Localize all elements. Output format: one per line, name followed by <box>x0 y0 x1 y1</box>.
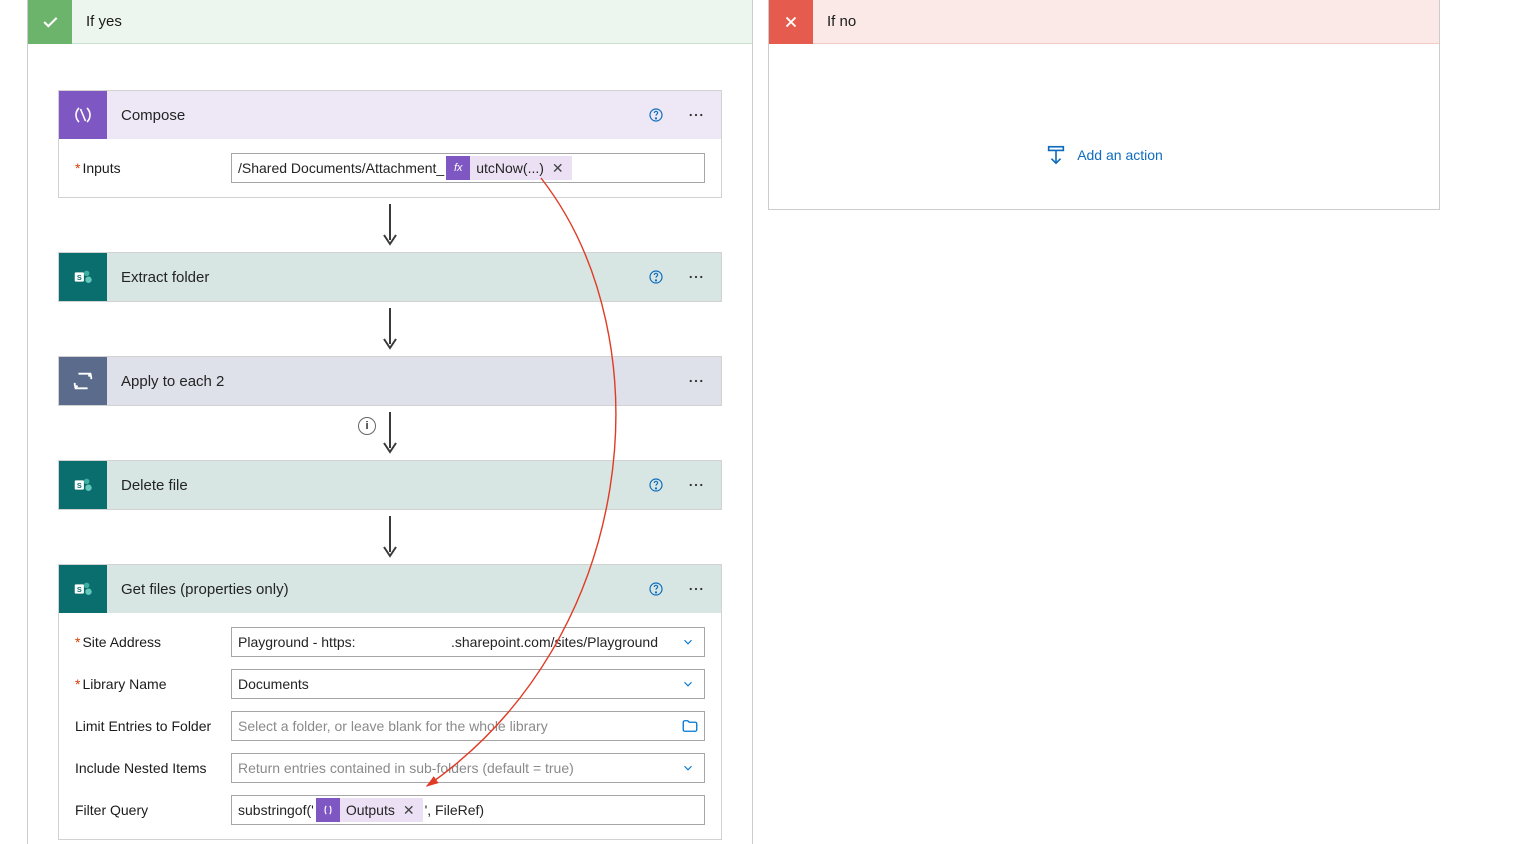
flow-arrow-icon <box>378 514 402 560</box>
flow-arrow-icon <box>378 306 402 352</box>
nested-items-select[interactable]: Return entries contained in sub-folders … <box>231 753 705 783</box>
help-icon[interactable] <box>645 266 667 288</box>
limit-folder-input[interactable]: Select a folder, or leave blank for the … <box>231 711 705 741</box>
apply-to-each-title: Apply to each 2 <box>121 373 667 390</box>
site-address-select[interactable]: Playground - https: .sharepoint.com/site… <box>231 627 705 657</box>
close-icon <box>769 0 813 44</box>
utcnow-token[interactable]: fx utcNow(...) ✕ <box>446 156 571 180</box>
chevron-down-icon[interactable] <box>671 753 705 783</box>
library-name-select[interactable]: Documents <box>231 669 705 699</box>
compose-title: Compose <box>121 107 631 124</box>
fx-icon: fx <box>446 156 470 180</box>
sharepoint-icon: S <box>59 461 107 509</box>
remove-token-icon[interactable]: ✕ <box>550 160 566 177</box>
extract-folder-header[interactable]: S Extract folder <box>59 253 721 301</box>
help-icon[interactable] <box>645 104 667 126</box>
apply-to-each-header[interactable]: Apply to each 2 <box>59 357 721 405</box>
limit-folder-label: Limit Entries to Folder <box>75 718 221 734</box>
svg-text:S: S <box>77 585 82 594</box>
delete-file-title: Delete file <box>121 477 631 494</box>
compose-header[interactable]: Compose <box>59 91 721 139</box>
delete-file-card: S Delete file <box>58 460 722 510</box>
flow-arrow-icon <box>378 410 402 456</box>
sharepoint-icon: S <box>59 565 107 613</box>
add-action-icon <box>1045 144 1067 166</box>
library-name-label: *Library Name <box>75 676 221 692</box>
help-icon[interactable] <box>645 474 667 496</box>
compose-icon <box>59 91 107 139</box>
get-files-title: Get files (properties only) <box>121 581 631 598</box>
if-no-title: If no <box>827 13 856 30</box>
sharepoint-icon: S <box>59 253 107 301</box>
svg-text:S: S <box>77 273 82 282</box>
compose-inputs-text: /Shared Documents/Attachment_ <box>238 160 444 176</box>
card-menu-icon[interactable] <box>681 266 711 288</box>
if-no-branch: If no Add an action <box>768 0 1440 210</box>
card-menu-icon[interactable] <box>681 474 711 496</box>
if-yes-branch: If yes Compose <box>27 0 753 844</box>
folder-picker-icon[interactable] <box>681 711 699 741</box>
chevron-down-icon[interactable] <box>671 627 705 657</box>
if-yes-header[interactable]: If yes <box>28 0 752 44</box>
compose-inputs-label: *Inputs <box>75 160 221 176</box>
card-menu-icon[interactable] <box>681 104 711 126</box>
compose-inputs-field[interactable]: /Shared Documents/Attachment_ fx utcNow(… <box>231 153 705 183</box>
delete-file-header[interactable]: S Delete file <box>59 461 721 509</box>
svg-text:S: S <box>77 481 82 490</box>
filter-query-label: Filter Query <box>75 802 221 818</box>
card-menu-icon[interactable] <box>681 578 711 600</box>
if-yes-title: If yes <box>86 13 122 30</box>
filter-query-input[interactable]: substringof(' Outputs ✕ ', FileRef) <box>231 795 705 825</box>
if-no-header[interactable]: If no <box>769 0 1439 44</box>
site-address-label: *Site Address <box>75 634 221 650</box>
loop-icon <box>59 357 107 405</box>
extract-folder-card: S Extract folder <box>58 252 722 302</box>
info-icon[interactable]: i <box>358 417 376 435</box>
compose-token-icon <box>316 798 340 822</box>
outputs-token[interactable]: Outputs ✕ <box>316 798 423 822</box>
remove-token-icon[interactable]: ✕ <box>401 802 417 819</box>
check-icon <box>28 0 72 44</box>
chevron-down-icon[interactable] <box>671 669 705 699</box>
compose-card: Compose *Inputs / <box>58 90 722 198</box>
get-files-card: S Get files (properties only) *Site Addr… <box>58 564 722 840</box>
help-icon[interactable] <box>645 578 667 600</box>
card-menu-icon[interactable] <box>681 370 711 392</box>
get-files-header[interactable]: S Get files (properties only) <box>59 565 721 613</box>
nested-items-label: Include Nested Items <box>75 760 221 776</box>
extract-folder-title: Extract folder <box>121 269 631 286</box>
add-action-button[interactable]: Add an action <box>1045 144 1163 166</box>
flow-arrow-icon <box>378 202 402 248</box>
apply-to-each-card: Apply to each 2 <box>58 356 722 406</box>
